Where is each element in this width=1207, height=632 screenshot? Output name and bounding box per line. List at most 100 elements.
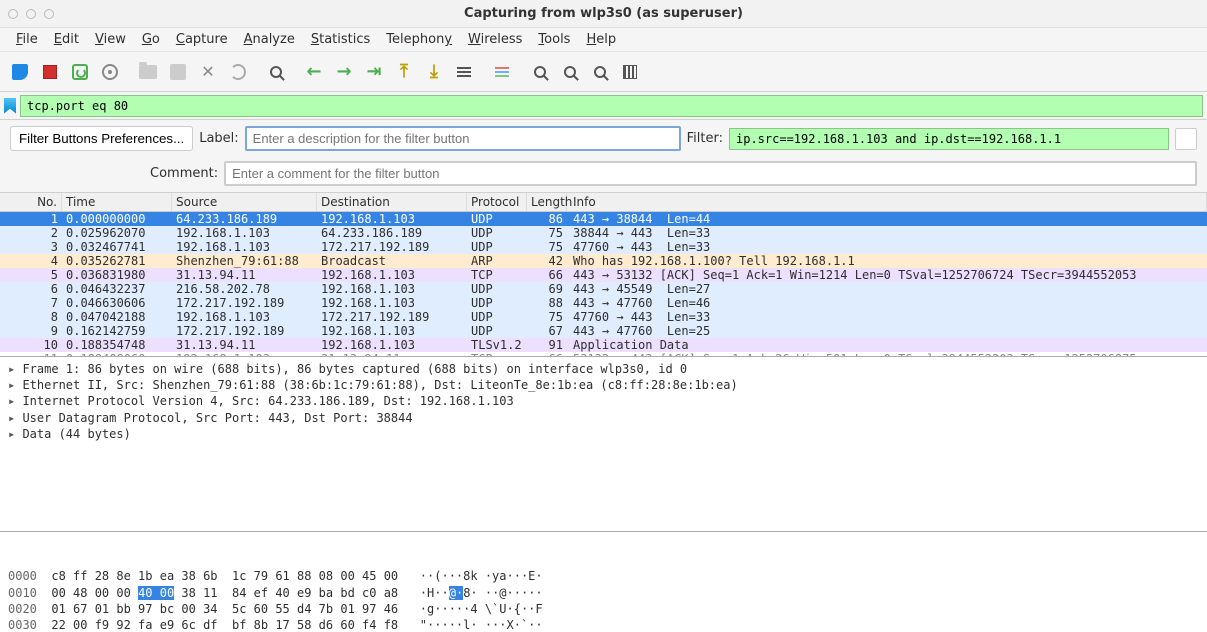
jump-icon: ⇥ xyxy=(366,61,381,82)
zoom-in-button[interactable] xyxy=(526,58,554,86)
packet-row[interactable]: 10.00000000064.233.186.189192.168.1.103U… xyxy=(0,212,1207,226)
tree-item[interactable]: Frame 1: 86 bytes on wire (688 bits), 86… xyxy=(8,361,1199,377)
menu-statistics[interactable]: Statistics xyxy=(305,30,376,49)
go-to-packet-button[interactable]: ⇥ xyxy=(360,58,388,86)
restart-icon xyxy=(72,64,88,80)
col-destination[interactable]: Destination xyxy=(317,193,467,211)
packet-row[interactable]: 40.035262781Shenzhen_79:61:88BroadcastAR… xyxy=(0,254,1207,268)
reload-button[interactable] xyxy=(224,58,252,86)
packet-list-header[interactable]: No. Time Source Destination Protocol Len… xyxy=(0,193,1207,212)
menu-wireless[interactable]: Wireless xyxy=(462,30,528,49)
col-source[interactable]: Source xyxy=(172,193,317,211)
save-button[interactable] xyxy=(164,58,192,86)
arrow-top-icon: ⤒ xyxy=(400,61,408,82)
filter-expression-input[interactable] xyxy=(729,128,1169,150)
hex-row[interactable]: 0020 01 67 01 bb 97 bc 00 34 5c 60 55 d4… xyxy=(8,601,1199,617)
arrow-bottom-icon: ⤓ xyxy=(430,61,438,82)
resize-columns-button[interactable] xyxy=(616,58,644,86)
filter-comment-input[interactable] xyxy=(224,161,1197,186)
main-toolbar: ✕ ← → ⇥ ⤒ ⤓ xyxy=(0,52,1207,92)
tree-item[interactable]: Ethernet II, Src: Shenzhen_79:61:88 (38:… xyxy=(8,377,1199,393)
minimize-window-icon[interactable] xyxy=(26,9,36,19)
col-info[interactable]: Info xyxy=(567,193,1207,211)
go-first-button[interactable]: ⤒ xyxy=(390,58,418,86)
open-file-button[interactable] xyxy=(134,58,162,86)
filter-ok-button[interactable] xyxy=(1175,128,1197,150)
maximize-window-icon[interactable] xyxy=(44,9,54,19)
filter-prefs-button[interactable]: Filter Buttons Preferences... xyxy=(10,126,193,151)
menu-file[interactable]: File xyxy=(10,30,44,49)
hex-row[interactable]: 0000 c8 ff 28 8e 1b ea 38 6b 1c 79 61 88… xyxy=(8,568,1199,584)
colorize-icon xyxy=(495,67,509,77)
tree-item[interactable]: Data (44 bytes) xyxy=(8,426,1199,442)
capture-options-button[interactable] xyxy=(96,58,124,86)
packet-bytes-pane[interactable]: 0000 c8 ff 28 8e 1b ea 38 6b 1c 79 61 88… xyxy=(0,532,1207,632)
zoom-out-icon xyxy=(564,66,576,78)
packet-row[interactable]: 100.18835474831.13.94.11192.168.1.103TLS… xyxy=(0,338,1207,352)
go-last-button[interactable]: ⤓ xyxy=(420,58,448,86)
go-forward-button[interactable]: → xyxy=(330,58,358,86)
packet-list-pane[interactable]: No. Time Source Destination Protocol Len… xyxy=(0,193,1207,357)
menu-telephony[interactable]: Telephony xyxy=(380,30,458,49)
packet-row[interactable]: 60.046432237216.58.202.78192.168.1.103UD… xyxy=(0,282,1207,296)
zoom-out-button[interactable] xyxy=(556,58,584,86)
packet-row[interactable]: 50.03683198031.13.94.11192.168.1.103TCP6… xyxy=(0,268,1207,282)
bookmark-icon[interactable] xyxy=(4,98,16,114)
packet-row[interactable]: 30.032467741192.168.1.103172.217.192.189… xyxy=(0,240,1207,254)
arrow-left-icon: ← xyxy=(306,61,321,82)
columns-icon xyxy=(623,65,637,79)
window-title: Capturing from wlp3s0 (as superuser) xyxy=(464,6,743,21)
start-capture-button[interactable] xyxy=(6,58,34,86)
tree-item[interactable]: User Datagram Protocol, Src Port: 443, D… xyxy=(8,410,1199,426)
go-back-button[interactable]: ← xyxy=(300,58,328,86)
menu-tools[interactable]: Tools xyxy=(532,30,576,49)
menu-view[interactable]: View xyxy=(89,30,132,49)
menu-analyze[interactable]: Analyze xyxy=(238,30,301,49)
hex-row[interactable]: 0010 00 48 00 00 40 00 38 11 84 ef 40 e9… xyxy=(8,585,1199,601)
filter-comment-row: Comment: xyxy=(0,157,1207,193)
bars-icon xyxy=(457,67,471,77)
menu-help[interactable]: Help xyxy=(580,30,622,49)
col-length[interactable]: Length xyxy=(527,193,567,211)
label-label: Label: xyxy=(199,131,238,146)
close-icon: ✕ xyxy=(201,62,214,81)
packet-row[interactable]: 80.047042188192.168.1.103172.217.192.189… xyxy=(0,310,1207,324)
arrow-right-icon: → xyxy=(336,61,351,82)
display-filter-bar xyxy=(0,92,1207,120)
packet-row[interactable]: 90.162142759172.217.192.189192.168.1.103… xyxy=(0,324,1207,338)
menu-go[interactable]: Go xyxy=(136,30,166,49)
titlebar: Capturing from wlp3s0 (as superuser) xyxy=(0,0,1207,28)
restart-capture-button[interactable] xyxy=(66,58,94,86)
filter-button-toolbar: Filter Buttons Preferences... Label: Fil… xyxy=(0,120,1207,157)
stop-capture-button[interactable] xyxy=(36,58,64,86)
hex-row[interactable]: 0030 22 00 f9 92 fa e9 6c df bf 8b 17 58… xyxy=(8,617,1199,632)
col-protocol[interactable]: Protocol xyxy=(467,193,527,211)
colorize-button[interactable] xyxy=(488,58,516,86)
zoom-reset-button[interactable] xyxy=(586,58,614,86)
menu-capture[interactable]: Capture xyxy=(170,30,234,49)
auto-scroll-button[interactable] xyxy=(450,58,478,86)
save-icon xyxy=(170,64,186,80)
gear-icon xyxy=(102,64,118,80)
filter-label: Filter: xyxy=(687,131,723,146)
close-file-button[interactable]: ✕ xyxy=(194,58,222,86)
tree-item[interactable]: Internet Protocol Version 4, Src: 64.233… xyxy=(8,393,1199,409)
col-no[interactable]: No. xyxy=(0,193,62,211)
filter-label-input[interactable] xyxy=(245,126,681,151)
zoom-reset-icon xyxy=(594,66,606,78)
packet-row[interactable]: 20.025962070192.168.1.10364.233.186.189U… xyxy=(0,226,1207,240)
find-packet-button[interactable] xyxy=(262,58,290,86)
col-time[interactable]: Time xyxy=(62,193,172,211)
reload-icon xyxy=(230,64,246,80)
fin-icon xyxy=(12,64,28,80)
packet-details-pane[interactable]: Frame 1: 86 bytes on wire (688 bits), 86… xyxy=(0,357,1207,532)
search-icon xyxy=(270,66,282,78)
comment-label: Comment: xyxy=(150,166,218,181)
packet-row[interactable]: 70.046630606172.217.192.189192.168.1.103… xyxy=(0,296,1207,310)
close-window-icon[interactable] xyxy=(8,9,18,19)
menu-edit[interactable]: Edit xyxy=(48,30,85,49)
folder-icon xyxy=(139,65,157,79)
stop-icon xyxy=(43,65,57,79)
display-filter-input[interactable] xyxy=(20,95,1203,117)
menubar: File Edit View Go Capture Analyze Statis… xyxy=(0,28,1207,52)
